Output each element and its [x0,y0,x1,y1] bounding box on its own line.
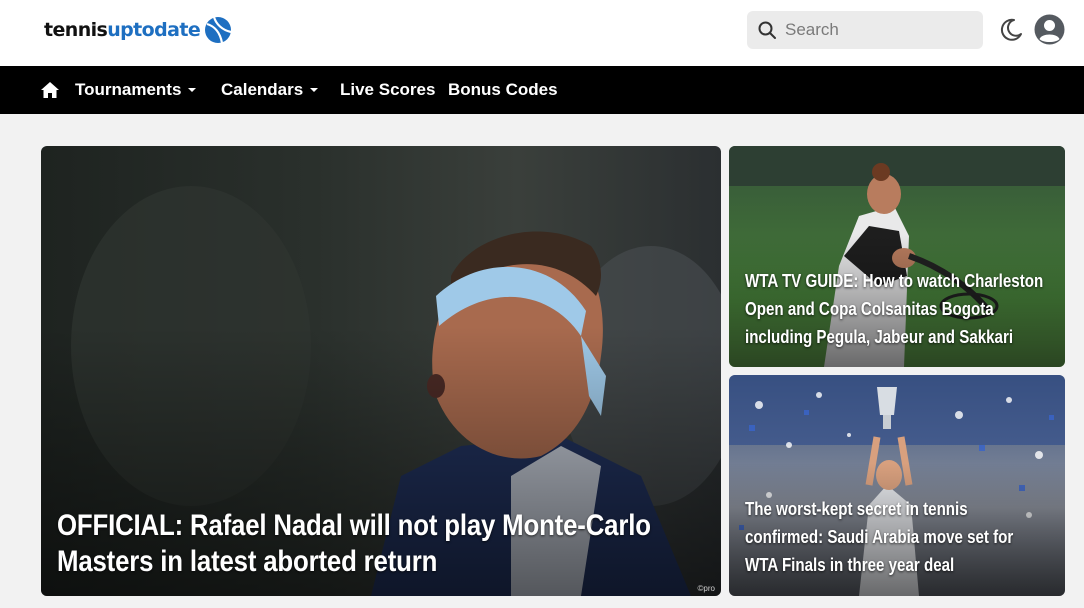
nav-item-calendars[interactable]: Calendars [221,79,319,101]
featured-main-article[interactable]: OFFICIAL: Rafael Nadal will not play Mon… [41,146,721,596]
nav-item-live-scores[interactable]: Live Scores [340,79,435,101]
search-input[interactable]: Search [785,20,839,40]
featured-side-article[interactable]: The worst-kept secret in tennis confirme… [729,375,1065,596]
nav-item-label: Tournaments [75,80,182,99]
nav-item-label: Bonus Codes [448,80,558,99]
nav-item-bonus-codes[interactable]: Bonus Codes [448,79,558,101]
article-headline[interactable]: The worst-kept secret in tennis confirme… [745,495,1064,579]
user-avatar-icon[interactable] [1034,14,1065,45]
search-icon [758,21,776,39]
main-navigation: Tournaments Calendars Live Scores Bonus … [0,66,1084,114]
headline-line: including Pegula, Jabeur and Sakkari [745,327,1014,347]
article-headline[interactable]: WTA TV GUIDE: How to watch Charleston Op… [745,267,1064,351]
headline-line: The worst-kept secret in tennis [745,499,968,519]
nav-item-label: Calendars [221,80,304,99]
headline-line: WTA Finals in three year deal [745,555,955,575]
headline-line: Open and Copa Colsanitas Bogota [745,299,994,319]
photo-credit: ©pro [697,584,715,593]
logo-text-tennis: tennis [44,19,108,41]
chevron-down-icon [188,88,197,92]
moon-icon[interactable] [999,17,1023,43]
headline-line: confirmed: Saudi Arabia move set for [745,527,1014,547]
article-headline[interactable]: OFFICIAL: Rafael Nadal will not play Mon… [57,508,711,580]
featured-side-article[interactable]: WTA TV GUIDE: How to watch Charleston Op… [729,146,1065,367]
tennis-ball-icon [205,16,232,44]
nav-item-label: Live Scores [340,80,436,99]
headline-line: OFFICIAL: Rafael Nadal will not play Mon… [57,509,651,542]
chevron-down-icon [310,88,319,92]
search-box[interactable]: Search [747,11,983,49]
nav-item-tournaments[interactable]: Tournaments [75,79,197,101]
home-icon[interactable] [40,81,60,99]
site-header: tennis uptodate Search [0,0,1084,66]
headline-line: WTA TV GUIDE: How to watch Charleston [745,271,1044,291]
headline-line: Masters in latest aborted return [57,545,438,578]
logo-text-uptodate: uptodate [107,19,201,41]
site-logo[interactable]: tennis uptodate [44,14,232,46]
